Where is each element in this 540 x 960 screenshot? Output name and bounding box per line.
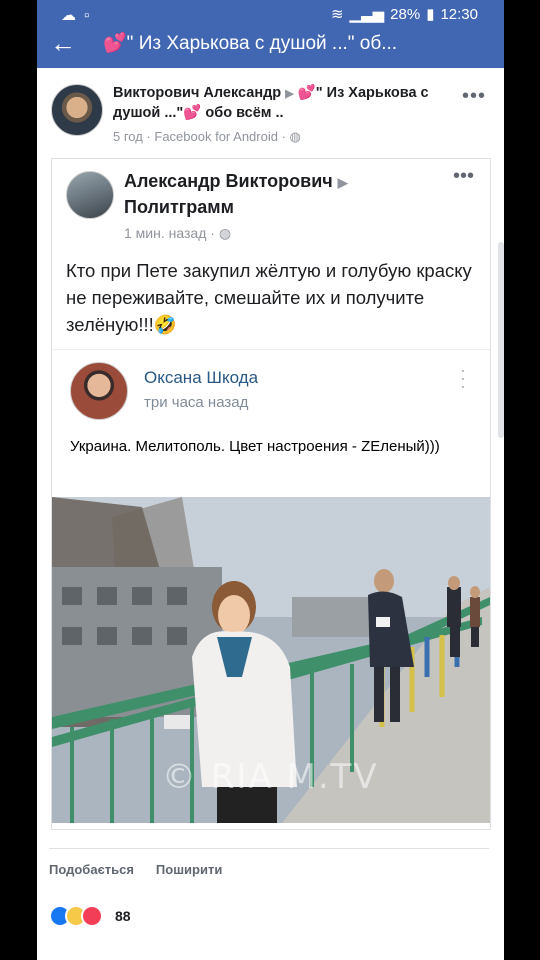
shared-meta: 1 мин. назад · ◍ [124,225,232,241]
divider [49,848,489,849]
arrow-right-icon: ▶ [337,175,348,190]
share-button[interactable]: Поширити [156,862,222,877]
wifi-icon: ≋ [330,6,344,23]
watermark: © RIA M.TV [162,757,379,797]
app-bar: ← 💕" Из Харькова с душой ..." об... [37,28,504,68]
reaction-count: 88 [115,908,131,924]
post-photo[interactable]: © RIA M.TV [52,497,490,823]
top-bar: ☁ ▫ ≋ ▁▃▅ 28% ▮ 12:30 ← 💕" Из Харькова с… [37,0,504,68]
battery-text: 28% [390,5,421,23]
shared-post-card: Александр Викторович ▶ Политграмм ••• 1 … [51,158,491,830]
globe-icon: ◍ [218,225,232,241]
inner-author[interactable]: Оксана Шкода [144,368,258,388]
post-author[interactable]: Викторович Александр [113,85,281,101]
shared-author[interactable]: Александр Викторович [124,171,333,191]
scrollbar[interactable] [498,242,504,438]
shared-group[interactable]: Политграмм [124,197,234,217]
reaction-icons [49,905,103,927]
back-arrow-icon[interactable]: ← [47,28,79,60]
shared-header: Александр Викторович ▶ Политграмм [124,169,404,219]
heart-icon: 💕 [297,85,316,101]
screen: ☁ ▫ ≋ ▁▃▅ 28% ▮ 12:30 ← 💕" Из Харькова с… [37,0,504,960]
cloud-icon: ☁ [61,7,76,24]
signal-icon: ▁▃▅ [349,6,385,23]
like-button[interactable]: Подобається [49,862,134,877]
group-tail[interactable]: обо всём .. [205,105,283,121]
shared-author-avatar[interactable] [66,171,114,219]
inner-text: Украина. Мелитополь. Цвет настроения - Z… [70,438,440,455]
gallery-icon: ▫ [84,6,90,24]
reactions-bar[interactable]: 88 [49,905,131,927]
globe-icon: ◍ [289,129,301,144]
arrow-right-icon: ▶ [285,88,294,100]
more-options-icon[interactable]: ••• [453,165,474,188]
inner-post: Оксана Шкода три часа назад · · · Украина.… [52,349,490,499]
inner-meta: три часа назад [144,394,249,411]
author-avatar[interactable] [51,84,103,136]
clock: 12:30 [440,5,478,23]
app-title: 💕" Из Харькова с душой ..." об... [103,33,398,54]
status-bar: ☁ ▫ ≋ ▁▃▅ 28% ▮ 12:30 [37,0,504,28]
vertical-dots-icon[interactable]: · · · [460,361,466,395]
shared-text: Кто при Пете закупил жёлтую и голубую кр… [66,260,472,335]
post-header: Викторович Александр ▶ 💕" Из Харькова с … [113,84,463,123]
post-actions: Подобається Поширити [49,862,222,877]
inner-author-avatar[interactable] [70,362,128,420]
heart-icon: 💕 [183,105,202,121]
post-meta: 5 год · Facebook for Android · ◍ [113,129,301,144]
more-options-icon[interactable]: ••• [462,85,486,108]
heart-icon: 💕 [103,33,127,54]
love-reaction-icon [81,905,103,927]
battery-icon: ▮ [426,6,435,23]
